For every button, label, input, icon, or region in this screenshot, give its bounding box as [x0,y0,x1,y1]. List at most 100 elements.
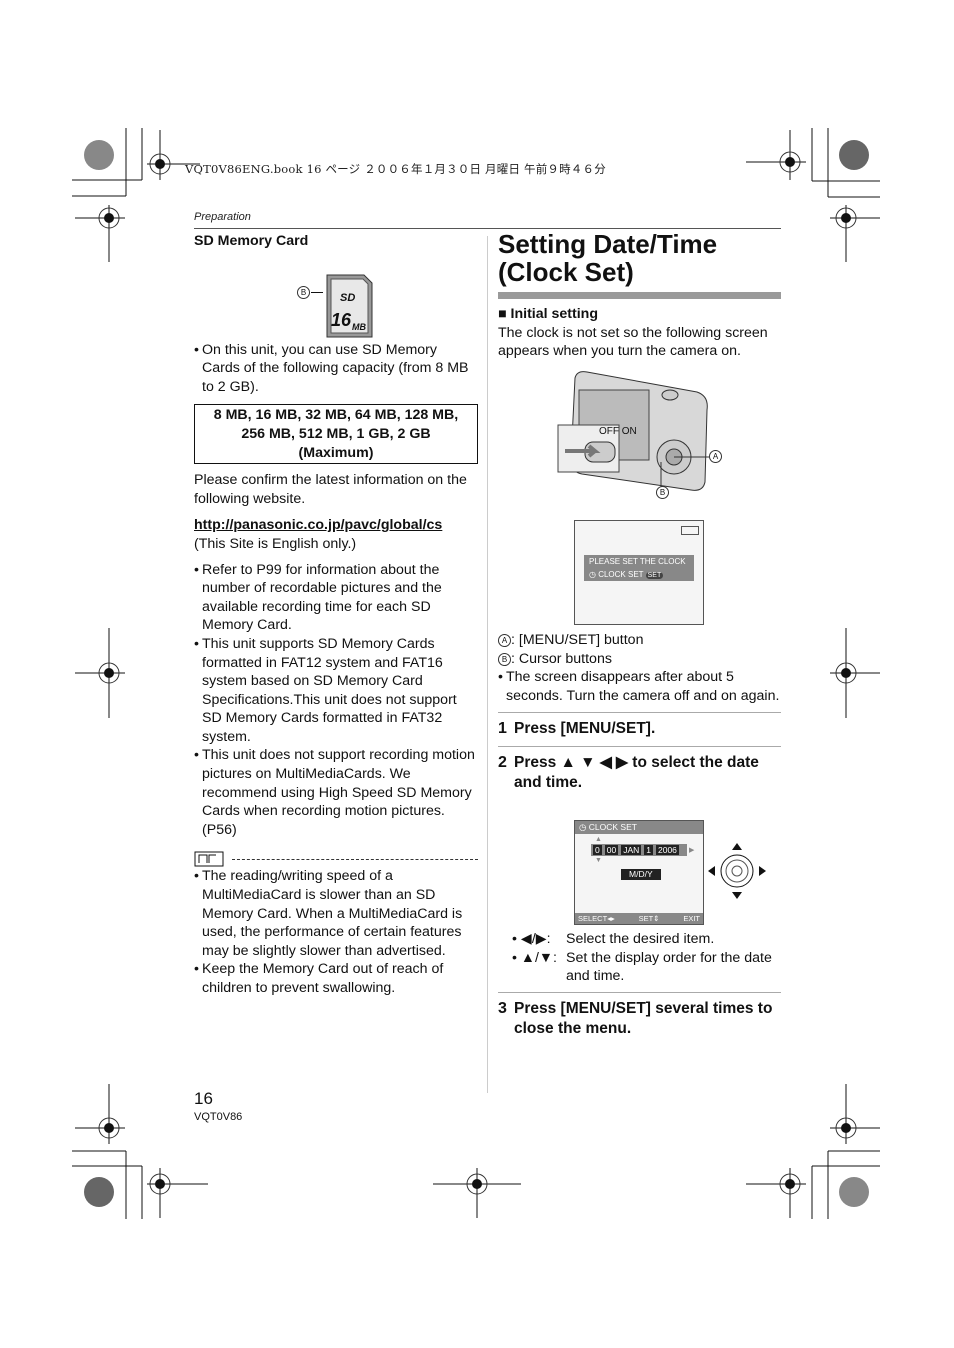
registration-mark-center [785,157,795,167]
bullet-item: Refer to P99 for information about the n… [194,561,478,635]
title-bar [498,292,781,299]
down-arrow-icon: ▼ [595,857,602,864]
step-rule [498,712,781,714]
cursor-pad-icon [708,843,766,899]
minute-field[interactable]: 00 [604,845,619,855]
sd-card-figure: B SD 16 MB [194,251,478,338]
callout-arrow [311,291,323,293]
capacity-box: 8 MB, 16 MB, 32 MB, 64 MB, 128 MB, 256 M… [194,404,478,465]
sub-bullet-key: ▲/▼: [520,949,557,966]
footer-select: SELECT◂▸ [578,914,615,923]
initial-setting-heading: ■ Initial setting [498,305,781,324]
registration-mark-center [785,1179,795,1189]
step-number: 2 [498,754,507,772]
model-code: VQT0V86 [194,1111,243,1123]
legend-key: A [498,634,511,647]
registration-mark-center [155,159,165,169]
capacity-intro: On this unit, you can use SD Memory Card… [194,341,478,397]
date-fields: 0 00 JAN 1 2006 [591,844,687,856]
lcd-footer: SELECT◂▸ SET⇕ EXIT [575,913,703,924]
date-order-field[interactable]: M/D/Y [621,869,661,880]
hour-field[interactable]: 0 [593,845,602,855]
square-bullet-icon: ■ [498,306,511,322]
step-2: 2 Press ▲ ▼ ◀ ▶ to select the date and ti… [498,753,781,793]
sub-bullet-item: • ▲/▼: Set the display order for the date… [512,949,782,986]
title-line: Setting Date/Time [498,229,718,259]
footer-exit: EXIT [683,914,700,923]
step-number: 1 [498,720,507,738]
right-column: Setting Date/Time (Clock Set) ■ Initial … [498,228,781,361]
month-field[interactable]: JAN [621,845,642,855]
page-number: 16 [194,1089,213,1108]
site-note: (This Site is English only.) [194,535,357,552]
registration-mark-center [841,213,851,223]
left-column: SD Memory Card B SD 16 MB On this unit, … [194,232,478,998]
lcd-header-title: CLOCK SET [588,822,637,832]
bullet-item: This unit does not support recording mot… [194,746,478,839]
note-item: The reading/writing speed of a MultiMedi… [194,867,478,960]
step-rule [498,746,781,748]
dashed-rule [232,858,478,860]
right-arrow-icon: ▶ [689,847,695,854]
step-rule [498,992,781,993]
capacity-line: 8 MB, 16 MB, 32 MB, 64 MB, 128 MB, [213,407,459,424]
note-item: Keep the Memory Card out of reach of chi… [194,960,478,997]
callout-b: B [297,285,310,299]
capacity-line: (Maximum) [298,444,374,461]
card-capacity: 16 [331,309,352,330]
registration-mark-center [104,213,114,223]
sub-bullet-item: • ◀/▶: Select the desired item. [512,931,715,947]
sub-bullet-list: • ◀/▶: Select the desired item. • ▲/▼: Set… [512,930,782,986]
power-switch-label: OFF ON [599,426,637,437]
registration-mark-center [104,1123,114,1133]
camera-icon [557,371,709,491]
bullet-item: This unit supports SD Memory Cards forma… [194,635,478,747]
column-divider [487,236,488,1093]
step-text: Press ▲ ▼ ◀ ▶ to select the date and tim… [514,754,759,792]
screen-note: The screen disappears after about 5 seco… [498,668,781,705]
callout-b: B [656,486,669,499]
sub-bullet-text: Set the display order for the date and t… [566,949,772,985]
registration-mark-center [841,668,851,678]
step-number: 3 [498,1000,507,1017]
legend-text: : [MENU/SET] button [511,632,644,648]
clock-icon: ◷ [589,570,599,579]
legend-key: B [498,652,511,666]
callout-a: A [709,450,722,463]
step-text: Press [MENU/SET]. [514,720,656,738]
step-3: 3 Press [MENU/SET] several times to close… [498,999,781,1039]
note-divider [194,851,478,867]
step-text: Press [MENU/SET] several times to close … [514,1000,773,1037]
footer-set: SET⇕ [638,914,660,923]
subheading-text: Initial setting [510,306,599,322]
day-field[interactable]: 1 [644,845,653,855]
lcd-please-set-clock: PLEASE SET THE CLOCK ◷ CLOCK SET SET [574,520,704,625]
intro-text: The clock is not set so the following sc… [498,324,768,360]
menu-set-badge: SET [645,572,664,579]
card-capacity-unit: MB [352,321,366,332]
registration-mark-center [104,668,114,678]
battery-icon [681,526,699,535]
year-field[interactable]: 2006 [656,845,679,855]
lcd-header: ◷ CLOCK SET [575,821,703,834]
lcd-clock-set: ◷ CLOCK SET 0 00 JAN 1 2006 ▲ ▼ ▶ M/D/Y … [574,820,704,925]
registration-mark-center [472,1179,482,1189]
legend-text: : Cursor buttons [511,650,612,667]
sd-card-heading: SD Memory Card [194,233,309,249]
sub-bullet-text: Select the desired item. [566,931,715,947]
page-title: Setting Date/Time (Clock Set) [498,230,781,286]
clock-message-box: PLEASE SET THE CLOCK ◷ CLOCK SET SET [584,555,694,581]
right-lower: A: [MENU/SET] button B: Cursor buttons T… [498,631,781,793]
lcd-message-line: PLEASE SET THE CLOCK [589,557,686,566]
clock-icon: ◷ [579,822,589,832]
registration-mark-center [841,1123,851,1133]
website-link[interactable]: http://panasonic.co.jp/pavc/global/cs [194,516,478,535]
camera-illustration: OFF ON A B [557,370,727,500]
step-3-block: 3 Press [MENU/SET] several times to close… [498,992,781,1039]
up-arrow-icon: ▲ [595,836,602,843]
capacity-line: 256 MB, 512 MB, 1 GB, 2 GB [241,425,431,442]
note-icon [194,851,224,867]
lcd-clock-set-label: CLOCK SET [598,570,644,579]
section-label: Preparation [194,211,251,223]
title-line: (Clock Set) [498,257,634,287]
